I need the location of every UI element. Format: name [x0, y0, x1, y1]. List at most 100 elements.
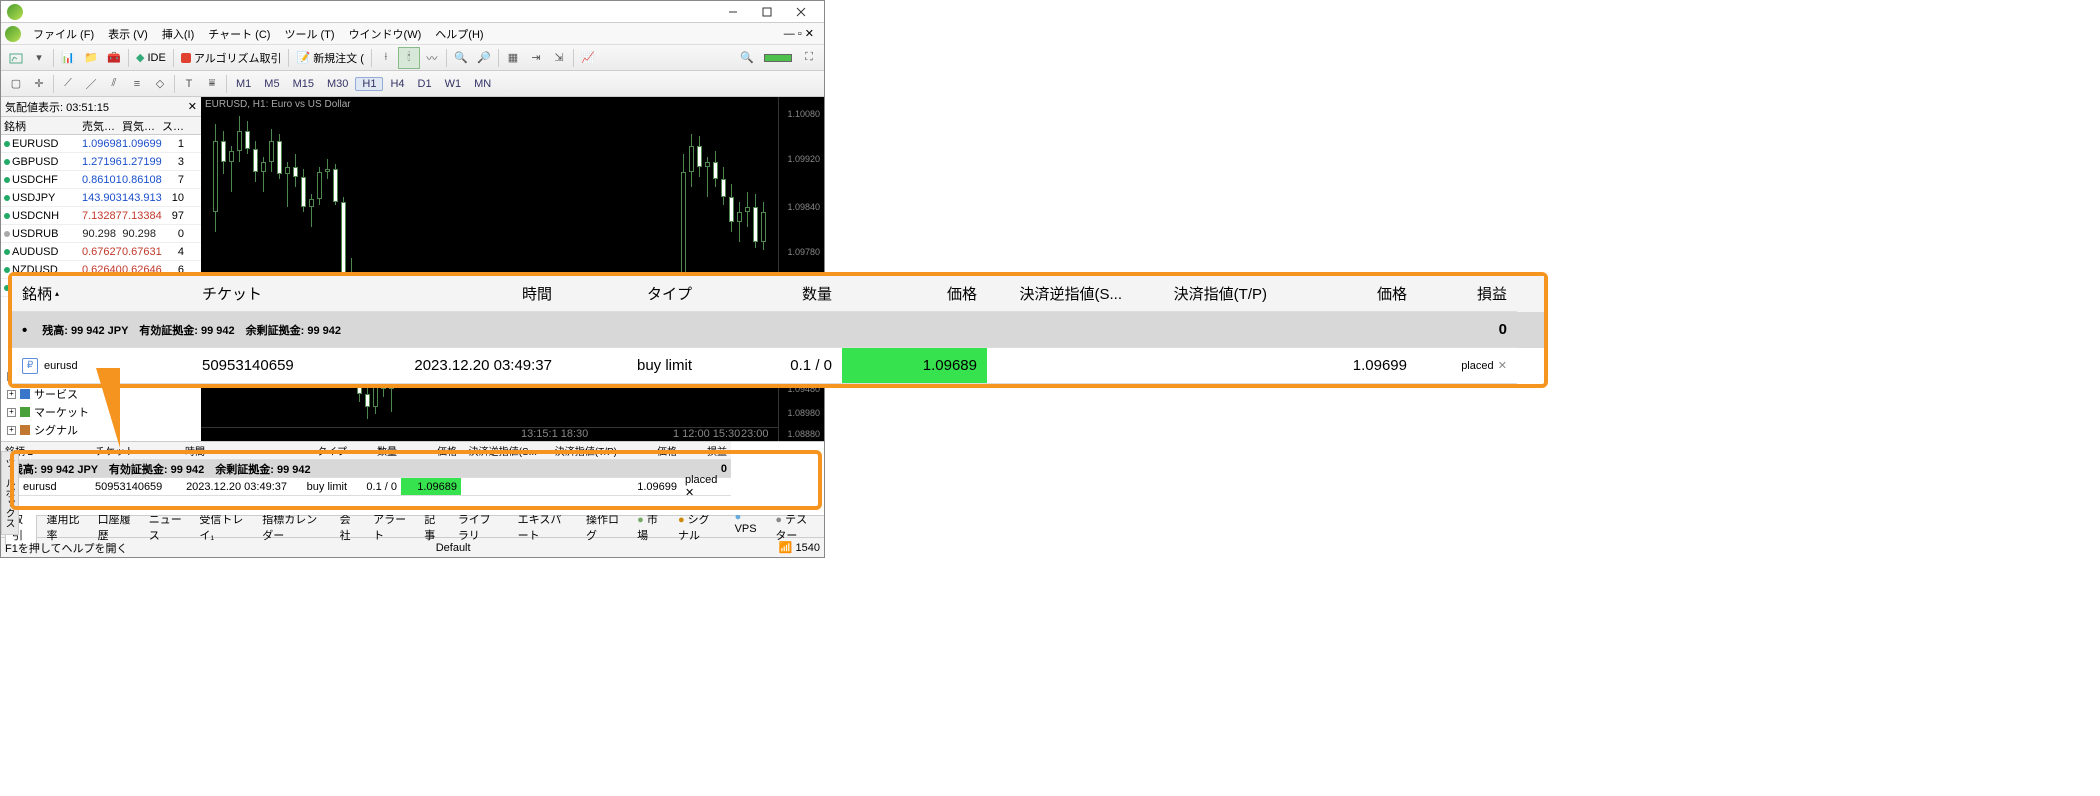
search-icon[interactable]: 🔍	[736, 47, 758, 69]
zoom-balance-row: • 残高: 99 942 JPY 有効証拠金: 99 942 余剰証拠金: 99…	[12, 312, 1544, 348]
line-icon[interactable]: ／	[80, 73, 102, 95]
zoom-order-row[interactable]: ₽eurusd 50953140659 2023.12.20 03:49:37 …	[12, 348, 1544, 384]
fibo-icon[interactable]: ≡	[126, 73, 148, 95]
chart-title: EURUSD, H1: Euro vs US Dollar	[205, 99, 351, 110]
candle-chart-icon[interactable]: 🕯	[398, 47, 420, 69]
line-chart-icon[interactable]: 〰	[421, 47, 443, 69]
tf-m30[interactable]: M30	[321, 78, 354, 90]
close-order-icon[interactable]: ✕	[1498, 359, 1507, 372]
tf-mn[interactable]: MN	[468, 78, 497, 90]
titlebar	[1, 1, 824, 23]
zoom-sl	[987, 348, 1132, 384]
profiles-icon[interactable]: ▾	[28, 47, 50, 69]
callout-tail	[96, 368, 120, 448]
shift-icon[interactable]: ⇥	[525, 47, 547, 69]
toolbar-main: ▾ 📊 📁 🧰 ◆IDE アルゴリズム取引 📝新規注文 ( ⟊ 🕯 〰 🔍 🔎 …	[1, 45, 824, 71]
menu-file[interactable]: ファイル (F)	[27, 24, 100, 44]
objects-icon[interactable]: ⩸	[201, 73, 223, 95]
crosshair-icon[interactable]: ✛	[28, 73, 50, 95]
chart-canvas[interactable]: EURUSD, H1: Euro vs US Dollar 1.100801.0…	[201, 97, 824, 441]
zoom-headers: 銘柄 ▴チケット時間タイプ数量価格決済逆指値(S...決済指値(T/P)価格損益	[12, 276, 1544, 312]
tf-d1[interactable]: D1	[412, 78, 438, 90]
connection-status-icon	[764, 54, 792, 62]
statusbar-help: F1を押してヘルプを開く	[5, 540, 128, 556]
marketwatch-row[interactable]: USDJPY143.903143.91310	[1, 189, 201, 207]
menu-insert[interactable]: 挿入(I)	[156, 24, 200, 44]
tile-icon[interactable]: ▦	[502, 47, 524, 69]
channel-icon[interactable]: ⫽	[103, 73, 125, 95]
trendline-icon[interactable]: ⟋	[57, 73, 79, 95]
menu-help[interactable]: ヘルプ(H)	[429, 24, 489, 44]
marketwatch-header: 気配値表示: 03:51:15 ✕	[1, 97, 201, 117]
toolbox-panel: 銘柄 ▴チケット時間タイプ数量価格決済逆指値(S...決済指値(T/P)価格損益…	[1, 441, 824, 515]
tf-m1[interactable]: M1	[230, 78, 257, 90]
menu-view[interactable]: 表示 (V)	[102, 24, 154, 44]
new-order-button[interactable]: 📝新規注文 (	[292, 50, 367, 66]
statusbar-profile[interactable]: Default	[436, 542, 471, 554]
menu-window[interactable]: ウインドウ(W)	[343, 24, 428, 44]
tf-h1[interactable]: H1	[355, 77, 383, 91]
zoom-out-icon[interactable]: 🔎	[473, 47, 495, 69]
marketwatch-row[interactable]: AUDUSD0.676270.676314	[1, 243, 201, 261]
tf-m15[interactable]: M15	[287, 78, 320, 90]
zoom-balance-pl: 0	[1417, 312, 1517, 348]
toolbox-icon[interactable]: 🧰	[103, 47, 125, 69]
zoom-ticket: 50953140659	[192, 348, 362, 384]
app-logo-icon	[5, 26, 21, 42]
marketwatch-row[interactable]: USDCHF0.861010.861087	[1, 171, 201, 189]
zoom-tp	[1132, 348, 1277, 384]
toolbar-right: 🔍 ⛶	[736, 47, 820, 69]
app-logo-icon	[7, 4, 23, 20]
col-spread[interactable]: ス…	[159, 118, 187, 134]
tf-w1[interactable]: W1	[439, 78, 468, 90]
marketwatch-row[interactable]: GBPUSD1.271961.271993	[1, 153, 201, 171]
autoscroll-icon[interactable]: ⇲	[548, 47, 570, 69]
marketwatch-row[interactable]: EURUSD1.096981.096991	[1, 135, 201, 153]
zoom-in-icon[interactable]: 🔍	[450, 47, 472, 69]
menu-chart[interactable]: チャート (C)	[202, 24, 276, 44]
col-bid[interactable]: 売気…	[79, 118, 119, 134]
menubar: ファイル (F) 表示 (V) 挿入(I) チャート (C) ツール (T) ウ…	[1, 23, 824, 45]
text-icon[interactable]: T	[178, 73, 200, 95]
zoom-balance-text: 残高: 99 942 JPY 有効証拠金: 99 942 余剰証拠金: 99 9…	[42, 322, 341, 338]
symbol-badge-icon: ₽	[22, 358, 38, 374]
col-symbol[interactable]: 銘柄	[1, 118, 79, 134]
new-chart-icon[interactable]	[5, 47, 27, 69]
minimize-button[interactable]	[716, 2, 750, 22]
zoom-type: buy limit	[562, 348, 702, 384]
marketwatch-columns: 銘柄 売気… 買気… ス…	[1, 117, 201, 135]
toolbox-tabs: 取引 運用比率 口座履歴 ニュース 受信トレイ₁ 指標カレンダー 会社 アラート…	[1, 515, 824, 537]
cursor-icon[interactable]: ▢	[5, 73, 27, 95]
menu-more-button[interactable]: — ▫ ✕	[778, 25, 820, 42]
market-watch-icon[interactable]: 📊	[57, 47, 79, 69]
col-ask[interactable]: 買気…	[119, 118, 159, 134]
sidetab-toolbox[interactable]: ツールボックス	[1, 451, 19, 535]
menu-tools[interactable]: ツール (T)	[278, 24, 340, 44]
zoom-price: 1.09689	[842, 348, 987, 384]
marketwatch-row[interactable]: USDRUB90.29890.2980	[1, 225, 201, 243]
toolbox-order-row[interactable]: ₽eurusd509531406592023.12.20 03:49:37buy…	[1, 478, 824, 496]
price-axis: 1.100801.099201.098401.097801.096801.095…	[778, 97, 824, 441]
tf-h4[interactable]: H4	[384, 78, 410, 90]
marketwatch-title: 気配値表示: 03:51:15	[5, 99, 109, 115]
zoom-pl: placed ✕	[1417, 348, 1517, 384]
ide-button[interactable]: ◆IDE	[132, 51, 170, 64]
close-button[interactable]	[784, 2, 818, 22]
expand-icon[interactable]: ⛶	[798, 47, 820, 69]
toolbar-drawing: ▢ ✛ ⟋ ／ ⫽ ≡ ◇ T ⩸ M1 M5 M15 M30 H1 H4 D1…	[1, 71, 824, 97]
time-axis: 13:15:1 18:301 12:00 15:3023:00	[201, 427, 778, 441]
zoom-volume: 0.1 / 0	[702, 348, 842, 384]
zoomed-toolbox: 銘柄 ▴チケット時間タイプ数量価格決済逆指値(S...決済指値(T/P)価格損益…	[8, 272, 1548, 388]
toolbox-headers: 銘柄 ▴チケット時間タイプ数量価格決済逆指値(S...決済指値(T/P)価格損益	[1, 442, 824, 460]
close-panel-icon[interactable]: ✕	[188, 100, 197, 113]
shape-icon[interactable]: ◇	[149, 73, 171, 95]
zoom-time: 2023.12.20 03:49:37	[362, 348, 562, 384]
bar-chart-icon[interactable]: ⟊	[375, 47, 397, 69]
navigator-icon[interactable]: 📁	[80, 47, 102, 69]
tf-m5[interactable]: M5	[258, 78, 285, 90]
algo-trading-button[interactable]: アルゴリズム取引	[177, 50, 286, 66]
indicators-icon[interactable]: 📈	[577, 47, 599, 69]
sidetabs: ツールボックス	[1, 451, 19, 535]
marketwatch-row[interactable]: USDCNH7.132877.1338497	[1, 207, 201, 225]
maximize-button[interactable]	[750, 2, 784, 22]
